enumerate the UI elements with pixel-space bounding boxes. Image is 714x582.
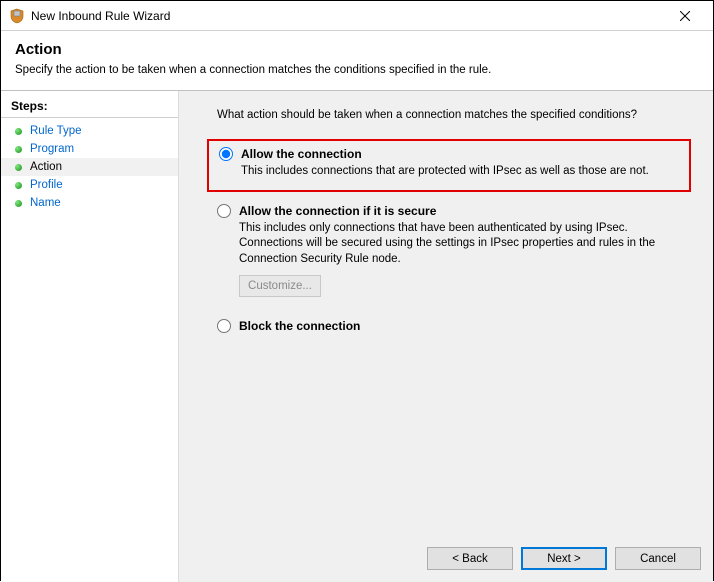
page-title: Action	[15, 41, 699, 58]
radio-allow-secure-label[interactable]: Allow the connection if it is secure	[239, 204, 436, 218]
customize-button: Customize...	[239, 275, 321, 297]
step-label: Rule Type	[30, 125, 82, 137]
step-label: Profile	[30, 179, 63, 191]
wizard-header: Action Specify the action to be taken wh…	[1, 31, 713, 91]
bullet-icon	[15, 128, 22, 135]
radio-allow-secure[interactable]	[217, 204, 231, 218]
step-profile[interactable]: Profile	[1, 176, 178, 194]
step-name[interactable]: Name	[1, 194, 178, 212]
steps-panel: Steps: Rule Type Program Action Profile …	[1, 91, 179, 582]
step-label: Action	[30, 161, 62, 173]
bullet-icon	[15, 146, 22, 153]
wizard-footer: < Back Next > Cancel	[427, 547, 701, 570]
radio-block[interactable]	[217, 319, 231, 333]
step-action[interactable]: Action	[1, 158, 178, 176]
radio-allow-label[interactable]: Allow the connection	[241, 147, 362, 161]
next-button[interactable]: Next >	[521, 547, 607, 570]
wizard-body: Steps: Rule Type Program Action Profile …	[1, 91, 713, 582]
action-question: What action should be taken when a conne…	[217, 109, 691, 121]
window-title: New Inbound Rule Wizard	[31, 9, 665, 23]
page-subtitle: Specify the action to be taken when a co…	[15, 64, 699, 76]
radio-allow-secure-desc: This includes only connections that have…	[239, 221, 681, 268]
action-radio-group: Allow the connection This includes conne…	[207, 139, 691, 343]
close-button[interactable]	[665, 2, 705, 30]
option-allow: Allow the connection This includes conne…	[207, 139, 691, 192]
back-button[interactable]: < Back	[427, 547, 513, 570]
step-program[interactable]: Program	[1, 140, 178, 158]
bullet-icon	[15, 164, 22, 171]
titlebar: New Inbound Rule Wizard	[1, 1, 713, 31]
content-panel: What action should be taken when a conne…	[179, 91, 713, 582]
step-label: Program	[30, 143, 74, 155]
bullet-icon	[15, 200, 22, 207]
cancel-button[interactable]: Cancel	[615, 547, 701, 570]
steps-header: Steps:	[1, 97, 178, 118]
radio-allow-desc: This includes connections that are prote…	[241, 164, 679, 180]
step-label: Name	[30, 197, 61, 209]
option-allow-secure: Allow the connection if it is secure Thi…	[207, 198, 691, 308]
app-icon	[9, 8, 25, 24]
radio-block-label[interactable]: Block the connection	[239, 319, 360, 333]
step-rule-type[interactable]: Rule Type	[1, 122, 178, 140]
bullet-icon	[15, 182, 22, 189]
option-block: Block the connection	[207, 313, 691, 343]
radio-allow[interactable]	[219, 147, 233, 161]
